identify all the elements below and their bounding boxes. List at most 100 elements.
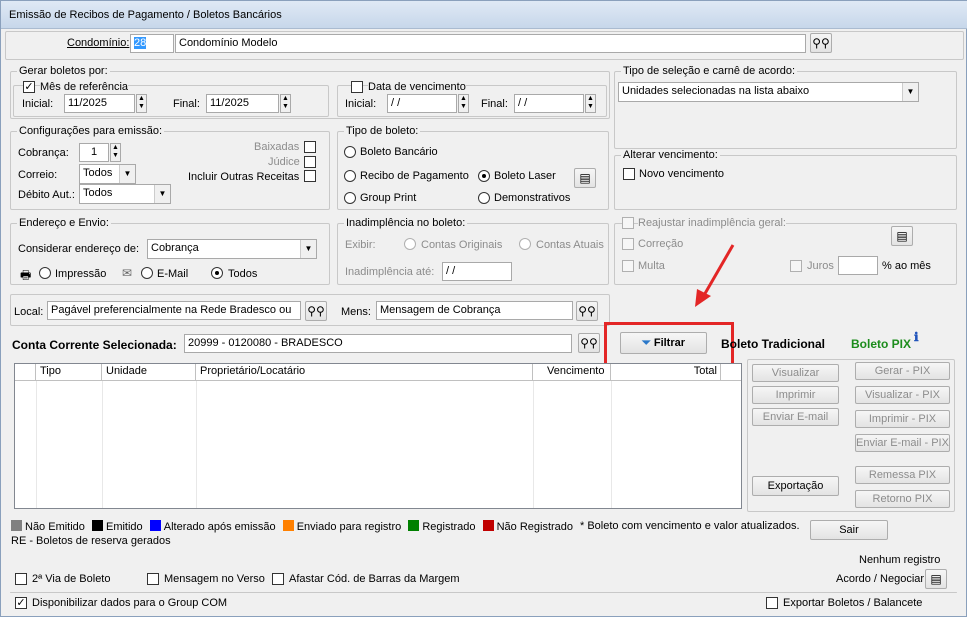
status-emitido: Emitido (91, 520, 143, 533)
table-col-divider (102, 381, 103, 508)
status-registrado: Registrado (408, 520, 476, 533)
boleto-bancario-radio[interactable] (344, 146, 356, 158)
outras-receitas-checkbox[interactable] (304, 170, 316, 182)
multa-checkbox[interactable] (622, 260, 634, 272)
cobranca-label: Cobrança: (18, 147, 69, 159)
tipo-selecao-select[interactable]: Unidades selecionadas na lista abaixo ▼ (618, 82, 919, 102)
conta-label: Conta Corrente Selecionada: (12, 338, 177, 352)
mens-input[interactable]: Mensagem de Cobrança (376, 301, 573, 320)
mens-binoculars-icon[interactable]: ⚲⚲ (576, 301, 598, 321)
table-header-proprietario[interactable]: Proprietário/Locatário (196, 364, 533, 380)
dv-final-input[interactable]: / / (514, 94, 584, 113)
reajustar-checkbox[interactable] (622, 217, 634, 229)
table-header-total[interactable]: Total (611, 364, 721, 380)
acordo-icon[interactable]: ▤ (925, 569, 947, 589)
condominio-name-input[interactable]: Condomínio Modelo (175, 34, 806, 53)
juros-checkbox[interactable] (790, 260, 802, 272)
debito-select[interactable]: Todos ▼ (79, 184, 171, 204)
imprimir-pix-button[interactable]: Imprimir - PIX (855, 410, 950, 428)
demonstrativos-label: Demonstrativos (494, 192, 571, 204)
status-swatch (11, 520, 22, 531)
demonstrativos-radio[interactable] (478, 192, 490, 204)
visualizar-pix-button[interactable]: Visualizar - PIX (855, 386, 950, 404)
boleto-laser-radio[interactable] (478, 170, 490, 182)
condominio-code-input[interactable]: 28 (130, 34, 174, 53)
filtrar-button[interactable]: ⏷ Filtrar (620, 332, 707, 354)
judice-checkbox[interactable] (304, 156, 316, 168)
juros-label: Juros (807, 260, 834, 272)
juros-input[interactable] (838, 256, 878, 275)
exportar-checkbox[interactable] (766, 597, 778, 609)
nenhum-registro-label: Nenhum registro (859, 554, 941, 566)
dv-inicial-spinner[interactable]: ▲ ▼ (458, 94, 469, 113)
search-binoculars-icon[interactable]: ⚲⚲ (810, 33, 832, 53)
dv-final-spinner[interactable]: ▲ ▼ (585, 94, 596, 113)
boletos-table[interactable]: Tipo Unidade Proprietário/Locatário Venc… (14, 363, 742, 509)
gerar-pix-button[interactable]: Gerar - PIX (855, 362, 950, 380)
bottom-divider (10, 592, 957, 593)
correio-select[interactable]: Todos ▼ (79, 164, 136, 184)
reajustar-label: Reajustar inadimplência geral: (638, 217, 786, 229)
reajustar-config-icon[interactable]: ▤ (891, 226, 913, 246)
mes-referencia-checkbox[interactable]: ✓ (23, 81, 35, 93)
mens-label: Mens: (341, 306, 371, 318)
inicial-input[interactable]: 11/2025 (64, 94, 135, 113)
email-radio[interactable] (141, 267, 153, 279)
contas-atuais-radio[interactable] (519, 238, 531, 250)
note-re: RE - Boletos de reserva gerados (11, 535, 171, 547)
enviar-email-pix-button[interactable]: Enviar E-mail - PIX (855, 434, 950, 452)
final-input[interactable]: 11/2025 (206, 94, 279, 113)
disponibilizar-checkbox[interactable]: ✓ (15, 597, 27, 609)
inadimplencia-ate-input[interactable]: / / (442, 262, 512, 281)
dv-inicial-label: Inicial: (345, 98, 377, 110)
tipo-boleto-legend: Tipo de boleto: (344, 125, 421, 137)
filtrar-label: Filtrar (653, 337, 686, 349)
alterar-group: Alterar vencimento: (614, 149, 957, 210)
inadimplencia-legend: Inadimplência no boleto: (344, 217, 468, 229)
todos-label: Todos (228, 268, 258, 280)
judice-label: Júdice (268, 156, 300, 168)
impressao-label: Impressão (55, 268, 107, 280)
local-input[interactable]: Pagável preferencialmente na Rede Brades… (47, 301, 301, 320)
local-binoculars-icon[interactable]: ⚲⚲ (305, 301, 327, 321)
gerar-legend: Gerar boletos por: (17, 65, 110, 77)
afastar-checkbox[interactable] (272, 573, 284, 585)
baixadas-checkbox[interactable] (304, 141, 316, 153)
contas-originais-radio[interactable] (404, 238, 416, 250)
impressao-radio[interactable] (39, 267, 51, 279)
cobranca-input[interactable]: 1 (79, 143, 109, 162)
status-legend: Não Emitido Emitido Alterado após emissã… (11, 520, 573, 533)
recibo-pagamento-radio[interactable] (344, 170, 356, 182)
enviar-email-button[interactable]: Enviar E-mail (752, 408, 839, 426)
table-header-tipo[interactable]: Tipo (36, 364, 102, 380)
cobranca-spinner[interactable]: ▲ ▼ (110, 143, 121, 162)
correcao-checkbox[interactable] (622, 238, 634, 250)
group-print-radio[interactable] (344, 192, 356, 204)
dv-inicial-input[interactable]: / / (387, 94, 457, 113)
note-atualizados: * Boleto com vencimento e valor atualiza… (580, 520, 800, 532)
info-icon[interactable]: ℹ (914, 330, 919, 344)
considerar-select[interactable]: Cobrança ▼ (147, 239, 317, 259)
data-vencimento-checkbox[interactable] (351, 81, 363, 93)
visualizar-button[interactable]: Visualizar (752, 364, 839, 382)
config-laser-icon[interactable]: ▤ (574, 168, 596, 188)
debito-label: Débito Aut.: (18, 189, 75, 201)
mensagem-verso-checkbox[interactable] (147, 573, 159, 585)
final-spinner[interactable]: ▲ ▼ (280, 94, 291, 113)
sair-button[interactable]: Sair (810, 520, 888, 540)
status-swatch (149, 520, 161, 531)
conta-binoculars-icon[interactable]: ⚲⚲ (578, 333, 600, 353)
todos-radio[interactable] (211, 267, 223, 279)
novo-vencimento-checkbox[interactable] (623, 168, 635, 180)
retorno-pix-button[interactable]: Retorno PIX (855, 490, 950, 508)
conta-input[interactable]: 20999 - 0120080 - BRADESCO (184, 334, 572, 353)
email-label: E-Mail (157, 268, 189, 280)
table-header-unidade[interactable]: Unidade (102, 364, 196, 380)
printer-icon: 🖶 (20, 268, 32, 282)
imprimir-button[interactable]: Imprimir (752, 386, 839, 404)
segunda-via-checkbox[interactable] (15, 573, 27, 585)
remessa-pix-button[interactable]: Remessa PIX (855, 466, 950, 484)
inicial-spinner[interactable]: ▲ ▼ (136, 94, 147, 113)
exportacao-button[interactable]: Exportação (752, 476, 839, 496)
table-header-vencimento[interactable]: Vencimento (533, 364, 611, 380)
